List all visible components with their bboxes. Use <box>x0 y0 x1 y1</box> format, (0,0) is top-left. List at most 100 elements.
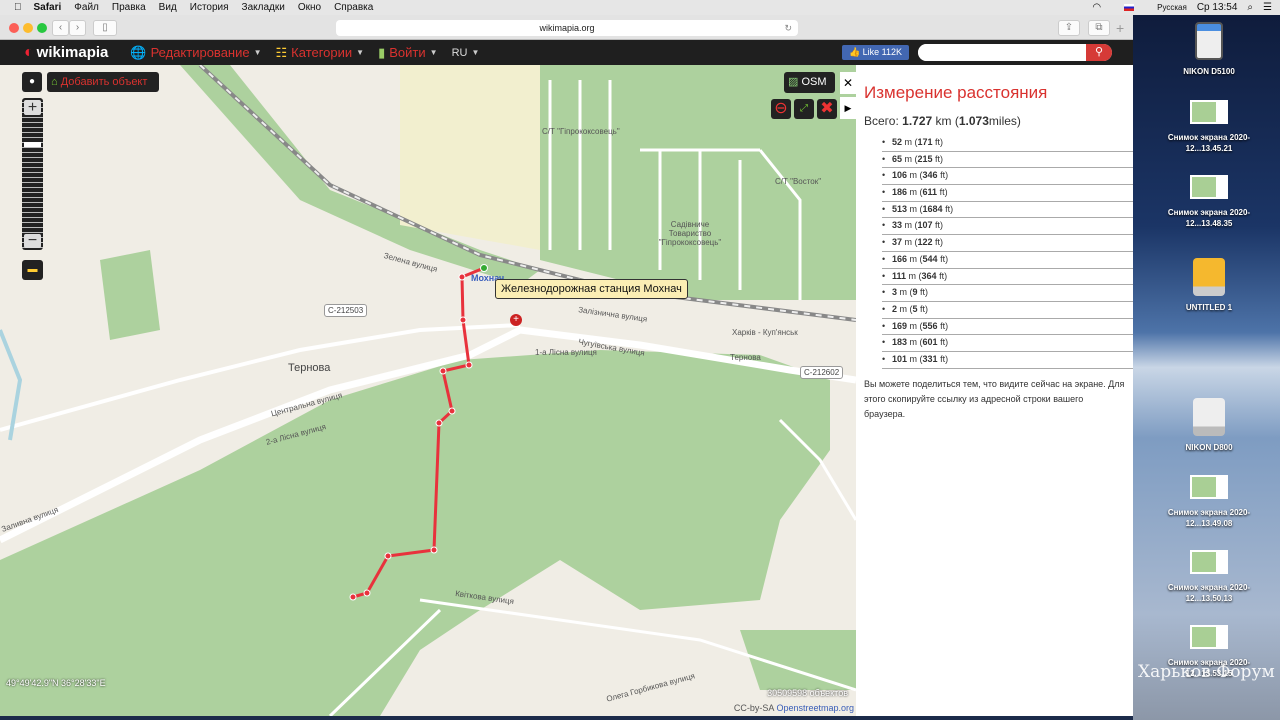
menu-edit[interactable]: Правка <box>112 2 146 13</box>
route-fit-button[interactable]: ⤢ <box>794 99 814 119</box>
tabs-button[interactable]: ⧉ <box>1088 20 1110 36</box>
zoom-in-button[interactable]: + <box>24 100 41 116</box>
zoom-out-button[interactable]: − <box>24 233 41 249</box>
minimize-window-button[interactable] <box>23 23 33 33</box>
ruler-icon: ▬ <box>27 264 38 275</box>
route-point[interactable] <box>439 367 447 375</box>
nav-login-label: Войти <box>389 45 426 60</box>
desktop-icon[interactable]: UNTITLED 1 <box>1159 258 1259 313</box>
route-point[interactable] <box>363 589 371 597</box>
search-button[interactable]: ⚲ <box>1086 44 1112 61</box>
route-point[interactable] <box>465 361 473 369</box>
close-window-button[interactable] <box>9 23 19 33</box>
segment-feet: 215 <box>917 153 933 164</box>
menu-help[interactable]: Справка <box>334 2 373 13</box>
layer-osm-button[interactable]: ▨ OSM <box>784 72 835 93</box>
route-point[interactable] <box>480 264 488 272</box>
add-object-label: Добавить объект <box>60 76 148 88</box>
search-box: ⚲ <box>918 44 1112 61</box>
segment-item: 2 m (5 ft) <box>882 302 1133 319</box>
collapse-panel-button[interactable]: ▶ <box>840 97 856 119</box>
new-tab-button[interactable]: + <box>1116 20 1124 36</box>
close-panel-button[interactable]: ✕ <box>840 72 856 94</box>
search-input[interactable] <box>918 44 1078 61</box>
desktop-icon[interactable]: Снимок экрана 2020-12...13.49.08 <box>1159 475 1259 529</box>
segment-meters: 101 <box>892 353 908 364</box>
route-delete-button[interactable]: ✖ <box>817 99 837 119</box>
sidebar-button[interactable]: ▯ <box>93 20 117 36</box>
caret-icon: ▼ <box>429 48 438 57</box>
input-source[interactable]: Русская <box>1157 3 1187 12</box>
add-icon: ⌂ <box>51 76 58 88</box>
back-button[interactable]: ‹ <box>52 20 69 36</box>
nav-edit[interactable]: 🌐 Редактирование ▼ <box>130 45 261 61</box>
spotlight-icon[interactable]: ⌕ <box>1247 2 1253 13</box>
menu-window[interactable]: Окно <box>298 2 321 13</box>
route-point[interactable] <box>448 407 456 415</box>
segment-meters: 2 <box>892 303 898 314</box>
osm-link[interactable]: Openstreetmap.org <box>776 703 854 713</box>
map-label: Садівниче Товариство "Гіпрококсовець" <box>658 220 722 247</box>
segment-meters: 65 <box>892 153 903 164</box>
segment-item: 37 m (122 ft) <box>882 235 1133 252</box>
menu-bookmarks[interactable]: Закладки <box>242 2 285 13</box>
segment-meters: 166 <box>892 253 908 264</box>
desktop-icon-label: NIKON D5100 <box>1183 67 1235 76</box>
route-point[interactable] <box>349 593 357 601</box>
segment-feet: 171 <box>917 137 933 147</box>
segment-feet: 544 <box>922 253 938 264</box>
desktop-icon-label: Снимок экрана 2020-12...13.50.13 <box>1167 583 1251 603</box>
map-label: Тернова <box>288 362 331 374</box>
zoom-slider[interactable]: + − <box>22 98 43 250</box>
zoom-handle[interactable] <box>24 142 41 147</box>
share-button[interactable]: ⇪ <box>1058 20 1080 36</box>
zoom-window-button[interactable] <box>37 23 47 33</box>
route-point[interactable] <box>435 419 443 427</box>
desktop-icon[interactable]: Снимок экрана 2020-12...13.45.21 <box>1159 100 1259 154</box>
segment-item: 183 m (601 ft) <box>882 335 1133 352</box>
km-unit: km <box>935 114 952 128</box>
desktop-icon[interactable]: Снимок экрана 2020-12...13.48.35 <box>1159 175 1259 229</box>
nav-login[interactable]: ▮ Войти ▼ <box>378 45 437 61</box>
apple-icon[interactable]:  <box>14 2 22 13</box>
route-point[interactable] <box>384 552 392 560</box>
nav-categories[interactable]: ☷ Категории ▼ <box>276 45 365 61</box>
menu-history[interactable]: История <box>190 2 229 13</box>
wifi-icon[interactable]: ◠ <box>1092 2 1101 13</box>
menu-view[interactable]: Вид <box>159 2 177 13</box>
menu-app[interactable]: Safari <box>34 2 62 13</box>
map-canvas[interactable]: С/Т "Гіпрококсовець" С/Т "Восток" Садівн… <box>0 65 856 716</box>
settings-button[interactable]: ● <box>22 72 42 92</box>
segment-feet: 364 <box>921 270 937 281</box>
thumbs-up-icon: 👍 <box>848 47 861 57</box>
place-marker-icon[interactable]: + <box>510 314 522 326</box>
address-bar[interactable]: wikimapia.org ↻ <box>336 20 798 36</box>
reload-icon[interactable]: ↻ <box>784 20 792 36</box>
desktop-icon[interactable]: NIKON D800 <box>1159 398 1259 453</box>
total-distance: Всего: 1.727 km (1.073miles) <box>864 114 1021 128</box>
wikimapia-logo[interactable]: ◐ wikimapia <box>24 44 108 62</box>
screenshot-thumbnail-icon <box>1190 175 1228 199</box>
facebook-like-button[interactable]: 👍 Like 112K <box>842 45 909 60</box>
segment-item: 166 m (544 ft) <box>882 252 1133 269</box>
segment-feet: 556 <box>922 320 938 331</box>
segment-feet: 5 <box>912 303 918 314</box>
desktop-icon[interactable]: Снимок экрана 2020-12...13.50.13 <box>1159 550 1259 604</box>
ruler-button[interactable]: ▬ <box>22 260 43 280</box>
forward-button[interactable]: › <box>69 20 86 36</box>
notification-icon[interactable]: ☰ <box>1263 2 1272 13</box>
route-point[interactable] <box>459 316 467 324</box>
segment-item: 186 m (611 ft) <box>882 185 1133 202</box>
segment-meters: 513 <box>892 203 908 214</box>
route-point[interactable] <box>458 273 466 281</box>
place-tooltip: Железнодорожная станция Мохнач <box>495 279 688 299</box>
clock[interactable]: Ср 13:54 <box>1197 2 1238 13</box>
route-remove-point-button[interactable]: ⊖ <box>771 99 791 119</box>
add-object-button[interactable]: ⌂ Добавить объект <box>47 72 159 92</box>
menu-file[interactable]: Файл <box>74 2 99 13</box>
segment-meters: 106 <box>892 170 908 181</box>
nav-language[interactable]: RU ▼ <box>452 47 480 59</box>
route-point[interactable] <box>430 546 438 554</box>
desktop-icon[interactable]: NIKON D5100 <box>1159 22 1259 77</box>
meadow <box>400 65 540 250</box>
